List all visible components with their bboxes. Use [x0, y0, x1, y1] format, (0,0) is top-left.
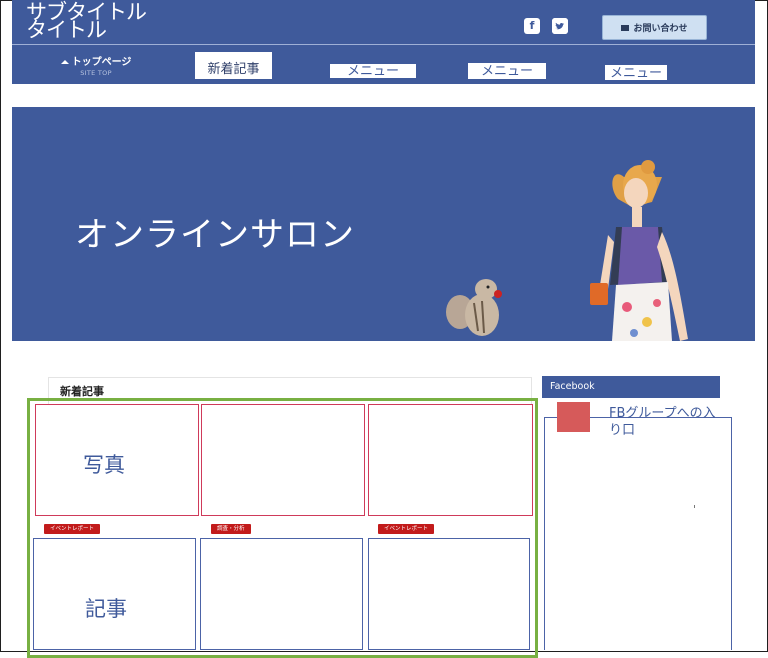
nav-tab-news[interactable]: 新着記事: [195, 52, 272, 79]
nav-home[interactable]: トップページ SITE TOP: [46, 53, 146, 77]
nav-divider: [12, 44, 755, 45]
category-tag-2[interactable]: 調査・分析: [211, 524, 251, 534]
home-icon: [60, 60, 69, 64]
facebook-widget-title: Facebook: [542, 376, 720, 398]
photo-placeholder-3[interactable]: [368, 404, 533, 516]
hero-banner: オンラインサロン: [12, 107, 755, 341]
nav-home-label: トップページ: [71, 57, 132, 68]
fb-group-link[interactable]: FBグループへの入り口: [609, 405, 719, 439]
woman-illustration: [590, 160, 688, 341]
photo-placeholder-2[interactable]: [201, 404, 365, 516]
twitter-bird-icon: [552, 18, 568, 34]
envelope-icon: [621, 24, 630, 31]
article-label: 記事: [85, 597, 127, 621]
nav-home-label-wrap: トップページ: [46, 53, 146, 68]
divider-mark: [694, 505, 695, 508]
nav-home-sub: SITE TOP: [80, 69, 112, 77]
twitter-icon[interactable]: [552, 18, 568, 34]
category-tag-3[interactable]: イベントレポート: [378, 524, 435, 534]
facebook-widget-box: [544, 417, 732, 650]
news-section-title: 新着記事: [60, 385, 104, 398]
category-tag-1[interactable]: イベントレポート: [44, 524, 101, 534]
article-card-3[interactable]: [368, 538, 530, 650]
nav-tab-menu-3[interactable]: メニュー: [605, 65, 667, 81]
photo-label: 写真: [83, 453, 125, 477]
site-title[interactable]: サブタイトル タイトル: [26, 2, 147, 41]
article-card-2[interactable]: [200, 538, 363, 650]
chipmunk-illustration: [446, 279, 502, 336]
hero-title: オンラインサロン: [75, 215, 355, 255]
contact-label: お問い合わせ: [633, 24, 688, 34]
fb-group-thumbnail[interactable]: [557, 402, 590, 432]
contact-button[interactable]: お問い合わせ: [602, 15, 707, 40]
nav-tab-menu-2[interactable]: メニュー: [468, 63, 546, 79]
facebook-icon[interactable]: f: [524, 18, 540, 34]
nav-tab-menu-1[interactable]: メニュー: [330, 64, 416, 79]
